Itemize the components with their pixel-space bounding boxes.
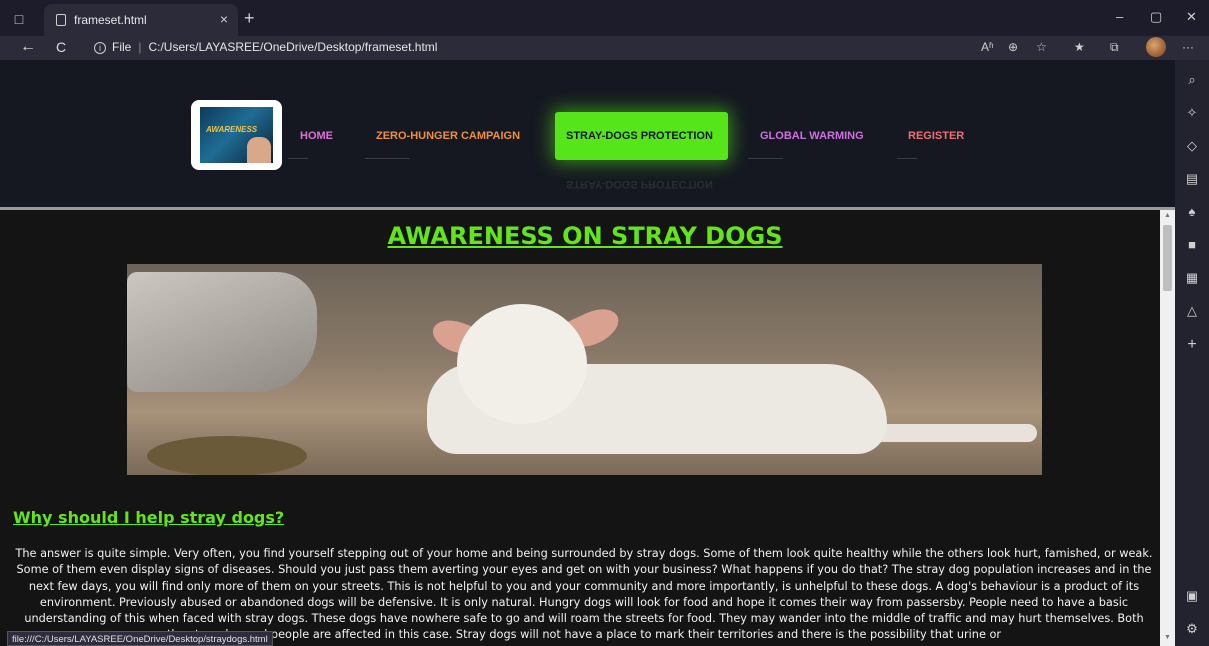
- logo-hand-graphic: [247, 137, 271, 163]
- content-frame: AWARENESS ON STRAY DOGS Why should I hel…: [0, 210, 1160, 646]
- read-aloud-icon[interactable]: Aʱ: [981, 40, 994, 54]
- back-button[interactable]: ←: [20, 38, 36, 56]
- add-sidebar-app-icon[interactable]: +: [1175, 336, 1209, 354]
- status-bar-link-preview: file:///C:/Users/LAYASREE/OneDrive/Deskt…: [7, 631, 273, 646]
- nav-global-warming[interactable]: GLOBAL WARMING: [760, 130, 864, 142]
- image-dog-head: [457, 304, 587, 424]
- nav-active-reflection: STRAY-DOGS PROTECTION: [566, 178, 713, 190]
- drop-icon[interactable]: △: [1175, 303, 1209, 319]
- more-menu-icon[interactable]: ···: [1182, 40, 1194, 54]
- tab-title: frameset.html: [74, 13, 147, 27]
- shopping-icon[interactable]: ◇: [1175, 138, 1209, 154]
- tab-frameset[interactable]: frameset.html ×: [44, 4, 238, 36]
- tools-icon[interactable]: ▤: [1175, 171, 1209, 187]
- page-title: AWARENESS ON STRAY DOGS: [387, 222, 783, 250]
- restore-button[interactable]: ▢: [1150, 9, 1162, 25]
- office-icon[interactable]: ■: [1175, 237, 1209, 252]
- awareness-logo[interactable]: AWARENESS: [191, 100, 282, 170]
- zoom-icon[interactable]: ⊕: [1008, 40, 1018, 54]
- profile-avatar[interactable]: [1146, 37, 1166, 57]
- add-favorite-icon[interactable]: ☆: [1036, 40, 1047, 54]
- nav-zero-hunger[interactable]: ZERO-HUNGER CAMPAIGN: [376, 130, 520, 142]
- info-icon[interactable]: i: [94, 42, 106, 54]
- tab-close-icon[interactable]: ×: [220, 11, 228, 27]
- address-input[interactable]: i File | C:/Users/LAYASREE/OneDrive/Desktop…: [94, 40, 437, 54]
- content-scrollbar[interactable]: ▲ ▼: [1160, 210, 1175, 646]
- logo-image: AWARENESS: [200, 107, 273, 163]
- new-tab-button[interactable]: +: [244, 8, 255, 29]
- tab-strip: □ frameset.html × + – ▢ ✕: [0, 0, 1209, 36]
- logo-text: AWARENESS: [206, 125, 258, 134]
- favorites-icon[interactable]: ★: [1074, 40, 1085, 54]
- hide-sidebar-icon[interactable]: ▣: [1175, 588, 1209, 604]
- close-window-button[interactable]: ✕: [1186, 9, 1197, 25]
- settings-icon[interactable]: ⚙: [1175, 621, 1209, 637]
- nav-register[interactable]: REGISTER: [908, 130, 964, 142]
- sidebar-toggle-glyph: □: [14, 11, 24, 27]
- scroll-up-arrow-icon[interactable]: ▲: [1164, 212, 1171, 219]
- minimize-button[interactable]: –: [1116, 9, 1123, 24]
- games-icon[interactable]: ♠: [1175, 204, 1209, 219]
- section-heading: Why should I help stray dogs?: [13, 508, 285, 527]
- image-tarp-region: [127, 272, 317, 392]
- outlook-icon[interactable]: ▦: [1175, 270, 1209, 286]
- scroll-down-arrow-icon[interactable]: ▼: [1164, 634, 1171, 641]
- stray-dog-image: [127, 264, 1042, 475]
- nav-underline: [288, 158, 308, 159]
- body-paragraph: The answer is quite simple. Very often, …: [15, 547, 1153, 642]
- url-scheme-label: File: [112, 40, 132, 54]
- url-path: C:/Users/LAYASREE/OneDrive/Desktop/frame…: [148, 40, 438, 54]
- nav-underline: [748, 158, 783, 159]
- reload-button[interactable]: C: [56, 39, 66, 55]
- collections-icon[interactable]: ⧉: [1110, 40, 1119, 55]
- sidebar-toggle-icon[interactable]: □: [6, 6, 32, 32]
- edge-sidebar: ⌕ ✧ ◇ ▤ ♠ ■ ▦ △ + ▣ ⚙: [1175, 60, 1209, 646]
- address-toolbar: ← C i File | C:/Users/LAYASREE/OneDrive/Des…: [0, 36, 1209, 60]
- nav-frame: AWARENESS HOME ZERO-HUNGER CAMPAIGN STRA…: [0, 60, 1175, 207]
- nav-home[interactable]: HOME: [300, 130, 333, 142]
- nav-underline: [897, 158, 917, 159]
- document-icon: [56, 14, 66, 26]
- scroll-thumb[interactable]: [1163, 225, 1172, 291]
- copilot-icon[interactable]: ✧: [1175, 105, 1209, 121]
- nav-stray-dogs[interactable]: STRAY-DOGS PROTECTION: [566, 130, 713, 142]
- image-bowl-region: [147, 436, 307, 475]
- search-icon[interactable]: ⌕: [1175, 72, 1209, 88]
- nav-underline: [365, 158, 410, 159]
